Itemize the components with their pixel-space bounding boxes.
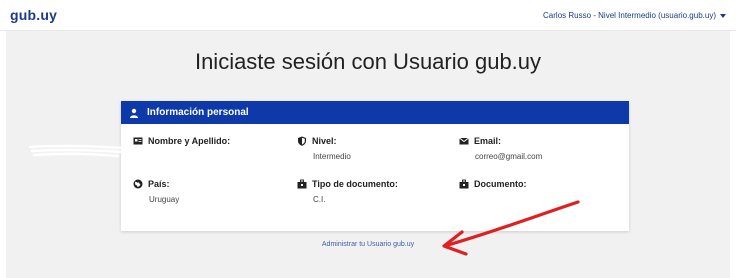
field-doc-type: Tipo de documento: C.I.: [297, 179, 398, 204]
field-document-label: Documento:: [474, 179, 527, 189]
field-name-label: Nombre y Apellido:: [148, 136, 231, 146]
field-doc-type-value: C.I.: [313, 195, 326, 204]
field-level-value: Intermedio: [313, 152, 351, 161]
field-email-value: correo@gmail.com: [475, 152, 543, 161]
person-icon: [129, 108, 139, 118]
admin-account-link[interactable]: Administrar tu Usuario gub.uy: [6, 241, 730, 248]
field-email: Email: correo@gmail.com: [459, 136, 542, 161]
main-content: Iniciaste sesión con Usuario gub.uy Info…: [6, 31, 730, 278]
card-header: Información personal: [121, 101, 629, 124]
card-title: Información personal: [147, 107, 249, 118]
globe-icon: [133, 179, 143, 189]
field-name: Nombre y Apellido:: [133, 136, 230, 152]
id-card-icon: [133, 136, 143, 146]
briefcase-icon: [297, 179, 307, 189]
field-doc-type-label: Tipo de documento:: [312, 179, 398, 189]
field-country-value: Uruguay: [149, 195, 180, 204]
top-bar: gub.uy Carlos Russo - Nivel Intermedio (…: [0, 0, 736, 31]
field-level-label: Nivel:: [312, 136, 337, 146]
user-menu[interactable]: Carlos Russo - Nivel Intermedio (usuario…: [543, 11, 726, 20]
field-document: Documento:: [459, 179, 527, 195]
user-menu-label[interactable]: Carlos Russo - Nivel Intermedio (usuario…: [543, 11, 716, 20]
field-country-label: País:: [148, 179, 170, 189]
logo[interactable]: gub.uy: [10, 7, 57, 23]
envelope-icon: [459, 136, 469, 146]
field-email-label: Email:: [474, 136, 502, 146]
page-title: Iniciaste sesión con Usuario gub.uy: [194, 49, 542, 74]
annotation-arrow: [442, 200, 580, 256]
field-level: Nivel: Intermedio: [297, 136, 351, 161]
field-country: País: Uruguay: [133, 179, 179, 204]
briefcase-icon: [459, 179, 469, 189]
redaction-scribble: [28, 144, 126, 158]
chevron-down-icon[interactable]: [720, 13, 726, 18]
shield-icon: [297, 136, 307, 146]
